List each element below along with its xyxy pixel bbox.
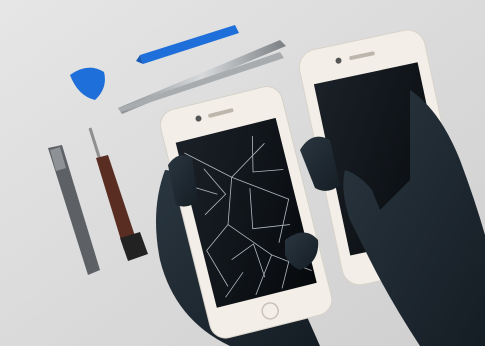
photo-frame <box>0 0 485 346</box>
repair-scene-image <box>0 0 485 346</box>
